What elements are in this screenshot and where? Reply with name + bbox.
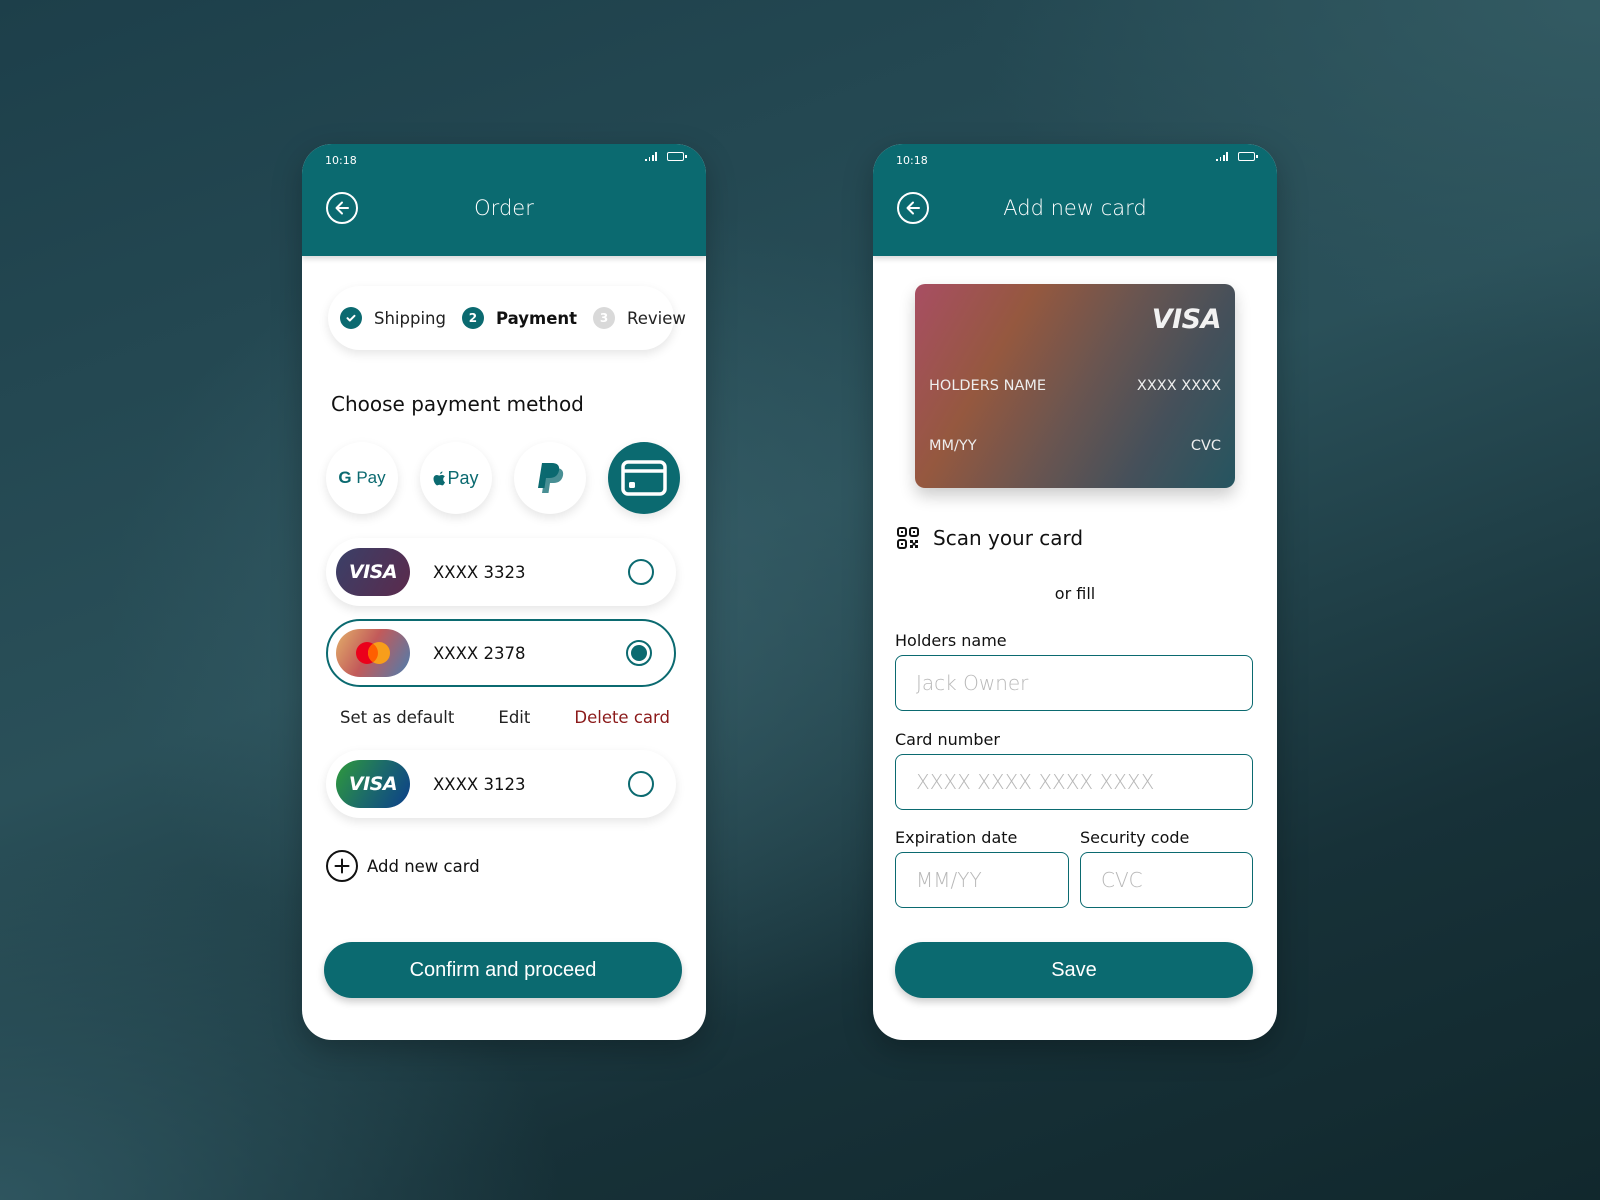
step-number: 2 (461, 307, 484, 329)
delete-card-button[interactable]: Delete card (574, 708, 670, 727)
card-preview-expiry: MM/YY (929, 438, 977, 454)
method-google-pay[interactable]: G Pay (326, 442, 398, 514)
scan-card-button[interactable]: Scan your card (897, 526, 1083, 550)
holder-name-label: Holders name (895, 631, 1007, 650)
credit-card-icon (621, 460, 667, 496)
mastercard-logo-icon (336, 629, 410, 677)
step-label: Review (627, 308, 686, 328)
add-new-card-link[interactable]: Add new card (326, 850, 480, 882)
security-code-input[interactable] (1080, 852, 1253, 908)
expiration-date-input[interactable] (895, 852, 1069, 908)
card-number: XXXX 3323 (433, 562, 526, 582)
payment-methods: G Pay Pay (326, 442, 680, 514)
paypal-icon (538, 463, 564, 493)
battery-icon (667, 152, 687, 161)
add-card-screen: 10:18 Add new card VISA HOLDERS NAME XXX… (873, 144, 1277, 1040)
card-radio[interactable] (628, 559, 654, 585)
expiration-date-label: Expiration date (895, 828, 1018, 847)
add-card-header: 10:18 Add new card (873, 144, 1277, 256)
security-code-label: Security code (1080, 828, 1190, 847)
card-radio[interactable] (626, 640, 652, 666)
check-icon (340, 307, 362, 329)
visa-logo-icon: VISA (336, 760, 410, 808)
status-time: 10:18 (896, 154, 928, 167)
edit-card-button[interactable]: Edit (498, 708, 530, 727)
step-shipping[interactable]: Shipping (340, 307, 446, 329)
method-paypal[interactable] (514, 442, 586, 514)
checkout-stepper: Shipping 2 Payment 3 Review (328, 286, 686, 350)
signal-icon (645, 152, 657, 161)
step-number: 3 (593, 307, 616, 329)
card-number-label: Card number (895, 730, 1000, 749)
confirm-proceed-button[interactable]: Confirm and proceed (324, 942, 682, 998)
step-payment[interactable]: 2 Payment (461, 307, 578, 329)
visa-logo-icon: VISA (336, 548, 410, 596)
applepay-icon: Pay (433, 468, 479, 489)
card-number-input[interactable] (895, 754, 1253, 810)
scan-card-label: Scan your card (933, 526, 1084, 550)
save-button[interactable]: Save (895, 942, 1253, 998)
or-fill-text: or fill (1054, 584, 1096, 603)
order-screen: 10:18 Order Shipping 2 Payment 3 Review … (302, 144, 706, 1040)
step-label: Shipping (374, 308, 446, 328)
card-preview-number: XXXX XXXX (1136, 378, 1221, 394)
qr-code-icon (897, 527, 919, 549)
plus-circle-icon (326, 850, 358, 882)
set-default-button[interactable]: Set as default (340, 708, 454, 727)
card-preview: VISA HOLDERS NAME XXXX XXXX MM/YY CVC (915, 284, 1235, 488)
card-actions: Set as default Edit Delete card (340, 708, 670, 727)
card-number: XXXX 3123 (433, 774, 526, 794)
battery-icon (1238, 152, 1258, 161)
card-radio[interactable] (628, 771, 654, 797)
add-new-card-label: Add new card (367, 856, 480, 876)
saved-card-row[interactable]: VISA XXXX 3323 (326, 538, 676, 606)
order-header: 10:18 Order (302, 144, 706, 256)
step-review[interactable]: 3 Review (593, 307, 686, 329)
page-title: Add new card (1003, 196, 1147, 220)
method-apple-pay[interactable]: Pay (420, 442, 492, 514)
card-preview-cvc: CVC (1190, 438, 1221, 454)
card-number: XXXX 2378 (433, 643, 526, 663)
section-title: Choose payment method (331, 392, 584, 416)
card-preview-holder: HOLDERS NAME (929, 378, 1047, 394)
page-title: Order (474, 196, 534, 220)
holder-name-input[interactable] (895, 655, 1253, 711)
status-time: 10:18 (325, 154, 357, 167)
step-label: Payment (495, 308, 578, 328)
status-icons (645, 152, 687, 161)
gpay-icon: G Pay (338, 468, 386, 487)
method-card[interactable] (608, 442, 680, 514)
saved-card-row-selected[interactable]: XXXX 2378 (326, 619, 676, 687)
signal-icon (1216, 152, 1228, 161)
visa-logo-icon: VISA (1151, 304, 1222, 335)
status-icons (1216, 152, 1258, 161)
saved-card-row[interactable]: VISA XXXX 3123 (326, 750, 676, 818)
